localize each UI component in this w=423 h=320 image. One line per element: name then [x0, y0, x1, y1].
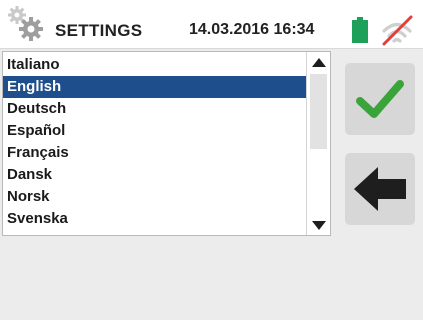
- list-item[interactable]: Norsk: [3, 186, 308, 208]
- list-item[interactable]: Deutsch: [3, 98, 308, 120]
- confirm-button[interactable]: [345, 63, 415, 135]
- battery-icon: [352, 17, 368, 43]
- page-title: SETTINGS: [55, 21, 143, 40]
- list-item[interactable]: Français: [3, 142, 308, 164]
- list-item[interactable]: Dansk: [3, 164, 308, 186]
- date-time: 14.03.2016 16:34: [189, 21, 315, 38]
- scroll-up-button[interactable]: [307, 52, 330, 72]
- gear-icon: [8, 6, 43, 41]
- list-item[interactable]: Italiano: [3, 54, 308, 76]
- language-items: Italiano English Deutsch Español Françai…: [3, 54, 308, 230]
- back-button[interactable]: [345, 153, 415, 225]
- arrow-left-icon: [354, 167, 406, 211]
- list-item-selected[interactable]: English: [3, 76, 308, 98]
- triangle-up-icon: [311, 57, 326, 67]
- checkmark-icon: [356, 80, 404, 118]
- triangle-down-icon: [311, 220, 326, 230]
- header-bar: SETTINGS 14.03.2016 16:34: [0, 0, 423, 49]
- settings-screen: SETTINGS 14.03.2016 16:34 Italiano Engli…: [0, 0, 423, 320]
- scroll-down-button[interactable]: [307, 215, 330, 235]
- list-scrollbar[interactable]: [306, 52, 330, 235]
- language-list[interactable]: Italiano English Deutsch Español Françai…: [2, 51, 331, 236]
- no-signal-icon: [382, 15, 413, 46]
- list-item[interactable]: Español: [3, 120, 308, 142]
- scroll-thumb[interactable]: [310, 74, 327, 149]
- list-item[interactable]: Svenska: [3, 208, 308, 230]
